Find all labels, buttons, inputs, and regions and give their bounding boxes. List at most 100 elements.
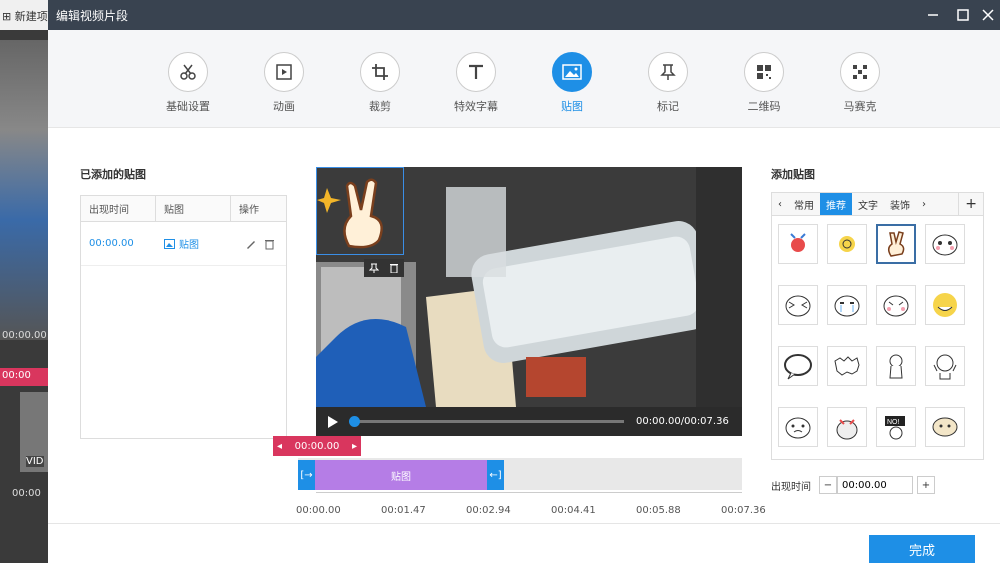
- player-time: 00:00.00/00:07.36: [636, 416, 729, 427]
- add-tab-icon[interactable]: +: [958, 193, 983, 215]
- col-sticker: 贴图: [156, 196, 231, 221]
- image-icon: [164, 238, 175, 249]
- tool-text-effects[interactable]: 特效字幕: [454, 52, 498, 127]
- tick-label: 00:04.41: [551, 505, 596, 516]
- sticker-item[interactable]: [925, 224, 965, 264]
- sticker-library: ‹ 常用 推荐 文字 装饰 › + NO! 出现时间 − 00:00.00 +: [771, 192, 984, 494]
- sticker-selection-box[interactable]: [316, 167, 404, 255]
- tool-sticker[interactable]: 贴图: [552, 52, 592, 127]
- tab-text[interactable]: 文字: [852, 193, 884, 215]
- added-stickers-table: 出现时间 贴图 操作 00:00.00 贴图: [80, 195, 287, 439]
- sticker-item[interactable]: [925, 346, 965, 386]
- tool-mosaic[interactable]: 马赛克: [840, 52, 880, 127]
- tool-crop[interactable]: 裁剪: [360, 52, 400, 127]
- pin-icon: [648, 52, 688, 92]
- player-controls: 00:00.00/00:07.36: [316, 407, 742, 436]
- scissors-icon: [168, 52, 208, 92]
- edit-clip-dialog: 编辑视频片段 基础设置 动画 裁剪 特效字幕 贴图 标记 二维码 马赛克 已添加…: [48, 0, 1000, 563]
- background-app: ⊞ 新建项 00:00.00 00:00 VID 00:00: [0, 0, 48, 563]
- maximize-icon: [957, 9, 969, 21]
- tool-basic-settings[interactable]: 基础设置: [166, 52, 210, 127]
- window-title: 编辑视频片段: [56, 8, 129, 23]
- sticker-item[interactable]: [827, 346, 867, 386]
- pin-icon[interactable]: [369, 263, 379, 273]
- video-preview[interactable]: [316, 167, 742, 407]
- progress-bar[interactable]: [349, 416, 624, 427]
- image-icon: [552, 52, 592, 92]
- marker-right-arrow[interactable]: ▸: [352, 441, 357, 452]
- sticker-item[interactable]: [778, 285, 818, 325]
- trash-icon[interactable]: [389, 263, 399, 273]
- add-sticker-title: 添加贴图: [771, 168, 815, 181]
- peace-hand-sticker: [317, 178, 383, 249]
- minimize-button[interactable]: [918, 0, 948, 30]
- done-button[interactable]: 完成: [869, 535, 975, 563]
- ruler: [316, 492, 742, 493]
- tabs-next-icon[interactable]: ›: [916, 193, 932, 215]
- sticker-item[interactable]: [778, 407, 818, 447]
- sticker-item-selected[interactable]: [876, 224, 916, 264]
- tick-label: 00:02.94: [466, 505, 511, 516]
- title-bar: 编辑视频片段: [48, 0, 1000, 30]
- tab-decor[interactable]: 装饰: [884, 193, 916, 215]
- tick-label: 00:07.36: [721, 505, 766, 516]
- sticker-item[interactable]: [778, 346, 818, 386]
- increase-time-button[interactable]: +: [917, 476, 935, 494]
- sticker-item[interactable]: [925, 285, 965, 325]
- footer-divider: [48, 523, 1000, 524]
- qrcode-icon: [744, 52, 784, 92]
- clip-start-handle[interactable]: [→: [298, 460, 315, 490]
- tool-tabs: 基础设置 动画 裁剪 特效字幕 贴图 标记 二维码 马赛克: [48, 30, 1000, 128]
- bg-vid-label: VID: [26, 456, 44, 467]
- sticker-item[interactable]: [925, 407, 965, 447]
- play-icon[interactable]: [326, 415, 340, 429]
- close-icon: [982, 9, 994, 21]
- sticker-item[interactable]: [827, 285, 867, 325]
- appear-time-row: 出现时间 − +: [771, 476, 984, 494]
- sticker-item[interactable]: [827, 224, 867, 264]
- mosaic-icon: [840, 52, 880, 92]
- row-sticker[interactable]: 贴图: [156, 236, 231, 251]
- table-row[interactable]: 00:00.00 贴图: [81, 222, 286, 266]
- sticker-item[interactable]: [827, 407, 867, 447]
- progress-handle[interactable]: [349, 416, 360, 427]
- sticker-timeline[interactable]: [→ 贴图 ←]: [298, 458, 742, 490]
- trash-icon[interactable]: [263, 238, 275, 250]
- sticker-item[interactable]: [778, 224, 818, 264]
- row-actions: [231, 238, 286, 250]
- tick-label: 00:05.88: [636, 505, 681, 516]
- tool-mark[interactable]: 标记: [648, 52, 688, 127]
- edit-pencil-icon[interactable]: [245, 238, 257, 250]
- tick-label: 00:00.00: [296, 505, 341, 516]
- row-time: 00:00.00: [89, 238, 134, 249]
- tab-common[interactable]: 常用: [788, 193, 820, 215]
- sticker-clip[interactable]: 贴图: [315, 460, 487, 490]
- added-stickers-title: 已添加的贴图: [80, 168, 146, 181]
- col-appear-time: 出现时间: [81, 196, 156, 221]
- crop-icon: [360, 52, 400, 92]
- tool-qrcode[interactable]: 二维码: [744, 52, 784, 127]
- tab-recommended[interactable]: 推荐: [820, 193, 852, 215]
- tabs-prev-icon[interactable]: ‹: [772, 193, 788, 215]
- close-button[interactable]: [973, 0, 1000, 30]
- sticker-item[interactable]: NO!: [876, 407, 916, 447]
- table-header: 出现时间 贴图 操作: [81, 196, 286, 222]
- sticker-item[interactable]: [876, 346, 916, 386]
- bg-time-1: 00:00.00: [2, 330, 47, 341]
- appear-time-input[interactable]: [837, 476, 913, 494]
- col-actions: 操作: [239, 205, 259, 216]
- bg-marker: 00:00: [0, 368, 48, 386]
- bg-new-item: ⊞ 新建项: [0, 0, 48, 30]
- time-marker[interactable]: ◂ 00:00.00 ▸: [273, 436, 361, 456]
- tick-label: 00:01.47: [381, 505, 426, 516]
- text-T-icon: [456, 52, 496, 92]
- bg-video-thumb: [0, 40, 48, 340]
- decrease-time-button[interactable]: −: [819, 476, 837, 494]
- sticker-item[interactable]: [876, 285, 916, 325]
- tool-animation[interactable]: 动画: [264, 52, 304, 127]
- sticker-category-tabs: ‹ 常用 推荐 文字 装饰 › +: [771, 192, 984, 216]
- marker-left-arrow[interactable]: ◂: [277, 441, 282, 452]
- film-play-icon: [264, 52, 304, 92]
- minimize-icon: [928, 14, 938, 16]
- clip-end-handle[interactable]: ←]: [487, 460, 504, 490]
